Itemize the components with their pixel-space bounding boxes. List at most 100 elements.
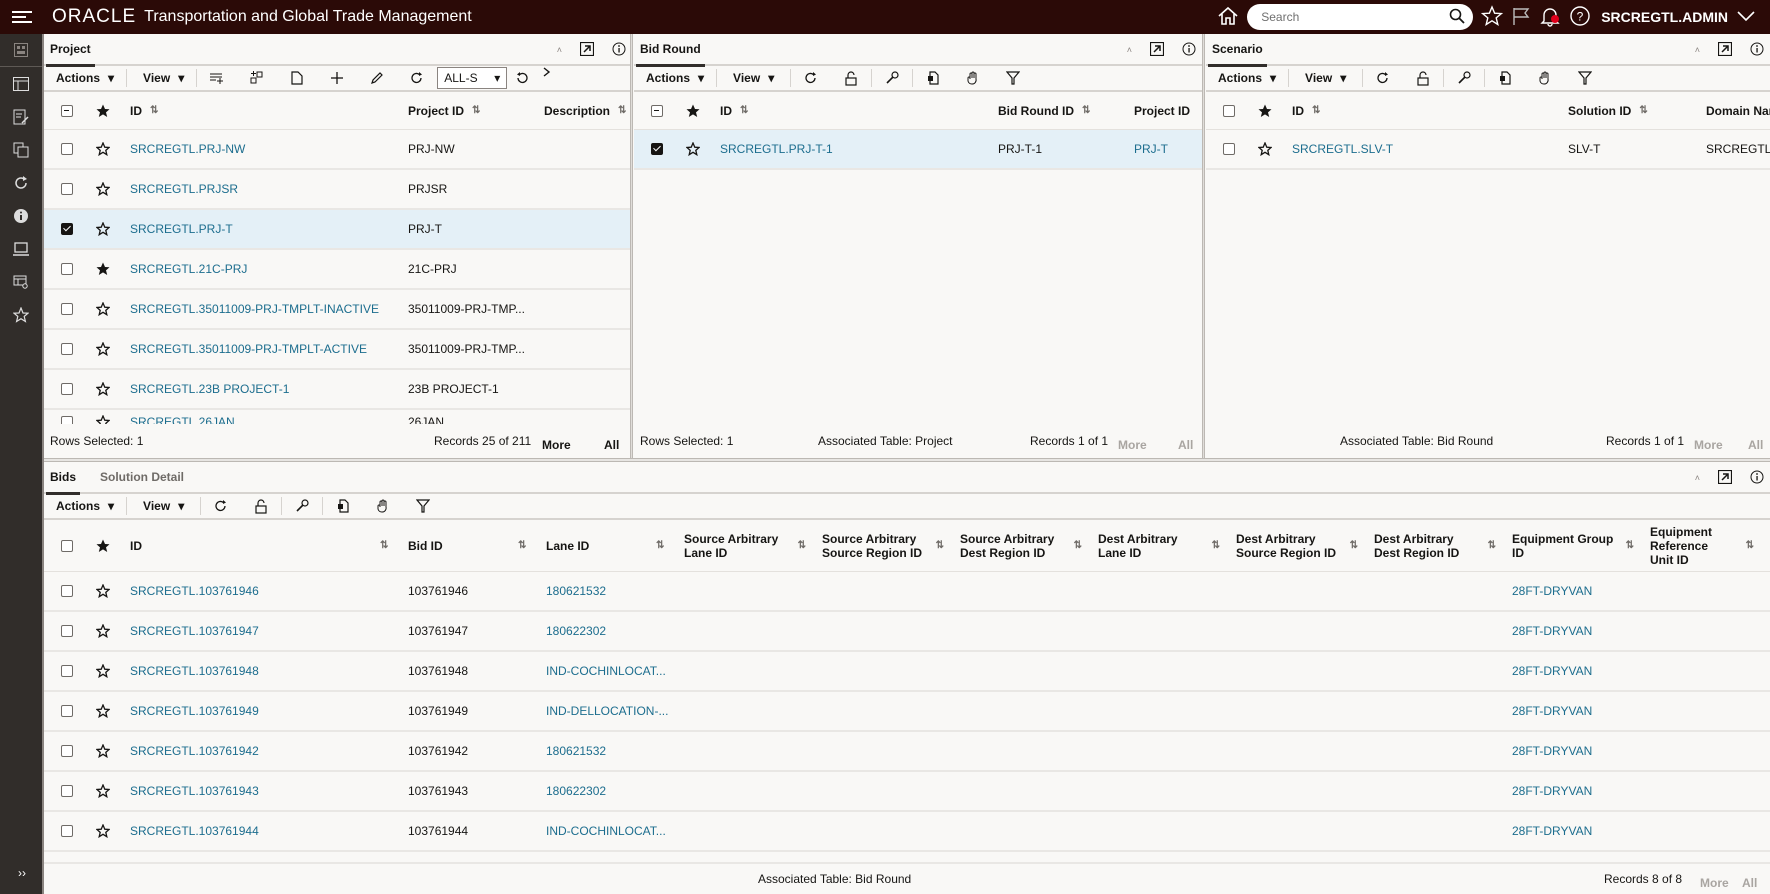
expand-sidebar-button[interactable]: ›› [0, 866, 44, 880]
collapse-icon[interactable]: ˄ [557, 45, 562, 55]
equipment-group-link[interactable]: 28FT-DRYVAN [1506, 664, 1644, 678]
info-icon[interactable] [1750, 470, 1764, 487]
column-header-dest-arbitrary-source-region-id[interactable]: Dest Arbitrary Source Region ID ⇅ [1230, 532, 1368, 560]
equipment-group-link[interactable]: 28FT-DRYVAN [1506, 784, 1644, 798]
column-header-description[interactable]: Description ⇅ [538, 104, 628, 118]
favorite-star-icon[interactable] [82, 704, 124, 718]
all-button[interactable]: All [1742, 868, 1757, 890]
edit-list-icon[interactable] [0, 100, 42, 133]
export-document-icon[interactable] [323, 493, 363, 519]
column-header-source-arbitrary-lane-id[interactable]: Source Arbitrary Lane ID ⇅ [678, 532, 816, 560]
new-document-icon[interactable] [277, 65, 317, 91]
table-row[interactable]: SRCREGTL.35011009-PRJ-TMPLT-INACTIVE 3501… [44, 290, 632, 330]
table-row[interactable]: SRCREGTL.103761946 103761946 180621532 28FT… [44, 572, 1770, 612]
table-row[interactable]: SRCREGTL.103761949 103761949 IND-DELLOCATI… [44, 692, 1770, 732]
project-id-link[interactable]: SRCREGTL.23B PROJECT-1 [124, 382, 402, 396]
column-header-bid-round-id[interactable]: Bid Round ID ⇅ [992, 104, 1128, 118]
wrench-icon[interactable] [1444, 65, 1484, 91]
bid-object-id-link[interactable]: SRCREGTL.103761949 [124, 704, 402, 718]
equipment-group-link[interactable]: 28FT-DRYVAN [1506, 704, 1644, 718]
column-header-bid-id[interactable]: Bid ID ⇅ [402, 539, 540, 553]
bid-round-id-link[interactable]: SRCREGTL.PRJ-T-1 [714, 142, 992, 156]
add-row-icon[interactable] [197, 65, 237, 91]
refresh-icon[interactable] [0, 166, 42, 199]
grid-add-icon[interactable] [237, 65, 277, 91]
row-checkbox[interactable] [642, 143, 672, 155]
row-checkbox[interactable] [52, 303, 82, 315]
favorite-star-icon[interactable] [82, 824, 124, 838]
equipment-group-link[interactable]: 28FT-DRYVAN [1506, 824, 1644, 838]
popout-icon[interactable] [579, 41, 595, 59]
refresh-icon[interactable] [791, 65, 831, 91]
equipment-group-link[interactable]: 28FT-DRYVAN [1506, 624, 1644, 638]
user-menu[interactable]: SRCREGTL.ADMIN [1601, 9, 1728, 25]
project-id-link[interactable]: SRCREGTL.35011009-PRJ-TMPLT-INACTIVE [124, 302, 402, 316]
home-icon[interactable] [1217, 6, 1239, 29]
select-all-checkbox[interactable] [642, 104, 672, 117]
actions-menu-button[interactable]: Actions ▾ [634, 65, 716, 91]
row-checkbox[interactable] [52, 585, 82, 597]
refresh-icon[interactable] [201, 493, 241, 519]
chevron-right-icon[interactable] [537, 65, 557, 91]
filter-icon[interactable] [1565, 65, 1605, 91]
copy-icon[interactable] [0, 133, 42, 166]
favorite-star-icon[interactable] [82, 302, 124, 316]
row-checkbox[interactable] [52, 745, 82, 757]
column-header-dest-arbitrary-dest-region-id[interactable]: Dest Arbitrary Dest Region ID ⇅ [1368, 532, 1506, 560]
favorite-star-icon[interactable] [82, 382, 124, 396]
all-button[interactable]: All [604, 430, 619, 452]
unlock-icon[interactable] [831, 65, 871, 91]
notifications-bell-icon[interactable] [1539, 5, 1561, 30]
project-id-link[interactable]: SRCREGTL.PRJ-T [124, 222, 402, 236]
table-row[interactable]: SRCREGTL.21C-PRJ 21C-PRJ [44, 250, 632, 290]
project-id-link[interactable]: SRCREGTL.PRJSR [124, 182, 402, 196]
reset-icon[interactable] [507, 65, 537, 91]
layout-icon[interactable] [0, 67, 42, 100]
chevron-down-icon[interactable] [1736, 9, 1756, 26]
table-row[interactable]: SRCREGTL.PRJ-T PRJ-T [44, 210, 632, 250]
collapse-icon[interactable]: ˄ [1127, 45, 1132, 55]
filter-icon[interactable] [993, 65, 1033, 91]
hand-icon[interactable] [1525, 65, 1565, 91]
lane-id-link[interactable]: IND-COCHINLOCAT... [540, 824, 678, 838]
actions-menu-button[interactable]: Actions ▾ [1206, 65, 1288, 91]
popout-icon[interactable] [1149, 41, 1165, 59]
unlock-icon[interactable] [241, 493, 281, 519]
select-all-checkbox[interactable] [52, 104, 82, 117]
table-row[interactable]: SRCREGTL.23B PROJECT-1 23B PROJECT-1 [44, 370, 632, 410]
row-checkbox[interactable] [52, 625, 82, 637]
bid-object-id-link[interactable]: SRCREGTL.103761943 [124, 784, 402, 798]
panel-divider[interactable] [1202, 34, 1205, 458]
table-row[interactable]: SRCREGTL.103761943 103761943 180622302 28FT… [44, 772, 1770, 812]
lane-id-link[interactable]: 180622302 [540, 624, 678, 638]
column-header-source-arbitrary-source-region-id[interactable]: Source Arbitrary Source Region ID ⇅ [816, 532, 954, 560]
view-menu-button[interactable]: View ▾ [1289, 65, 1362, 91]
search-icon[interactable] [1449, 8, 1465, 27]
project-id-link[interactable]: SRCREGTL.21C-PRJ [124, 262, 402, 276]
table-row[interactable]: SRCREGTL.PRJSR PRJSR [44, 170, 632, 210]
lane-id-link[interactable]: 180622302 [540, 784, 678, 798]
saved-query-select[interactable]: ALL-S ▾ [437, 67, 508, 89]
favorite-star-icon[interactable] [82, 744, 124, 758]
table-row[interactable]: SRCREGTL.PRJ-NW PRJ-NW [44, 130, 632, 170]
row-checkbox[interactable] [52, 143, 82, 155]
column-header-project-id[interactable]: Project ID ⇅ [402, 104, 538, 118]
unlock-icon[interactable] [1403, 65, 1443, 91]
hand-icon[interactable] [363, 493, 403, 519]
favorite-star-icon[interactable] [672, 142, 714, 156]
favorite-star-filled-icon[interactable] [82, 262, 124, 276]
bid-object-id-link[interactable]: SRCREGTL.103761942 [124, 744, 402, 758]
row-checkbox[interactable] [52, 343, 82, 355]
row-checkbox[interactable] [1214, 143, 1244, 155]
tab-solution-detail[interactable]: Solution Detail [94, 462, 190, 493]
favorite-star-icon[interactable] [82, 784, 124, 798]
column-header-project-id[interactable]: Project ID [1128, 104, 1198, 118]
edit-pencil-icon[interactable] [357, 65, 397, 91]
info-icon[interactable] [0, 199, 42, 232]
row-checkbox[interactable] [52, 223, 82, 235]
table-row[interactable]: SRCREGTL.35011009-PRJ-TMPLT-ACTIVE 350110… [44, 330, 632, 370]
favorite-star-icon[interactable] [82, 624, 124, 638]
column-header-source-arbitrary-dest-region-id[interactable]: Source Arbitrary Dest Region ID ⇅ [954, 532, 1092, 560]
column-header-lane-id[interactable]: Lane ID ⇅ [540, 539, 678, 553]
view-menu-button[interactable]: View ▾ [127, 65, 196, 91]
